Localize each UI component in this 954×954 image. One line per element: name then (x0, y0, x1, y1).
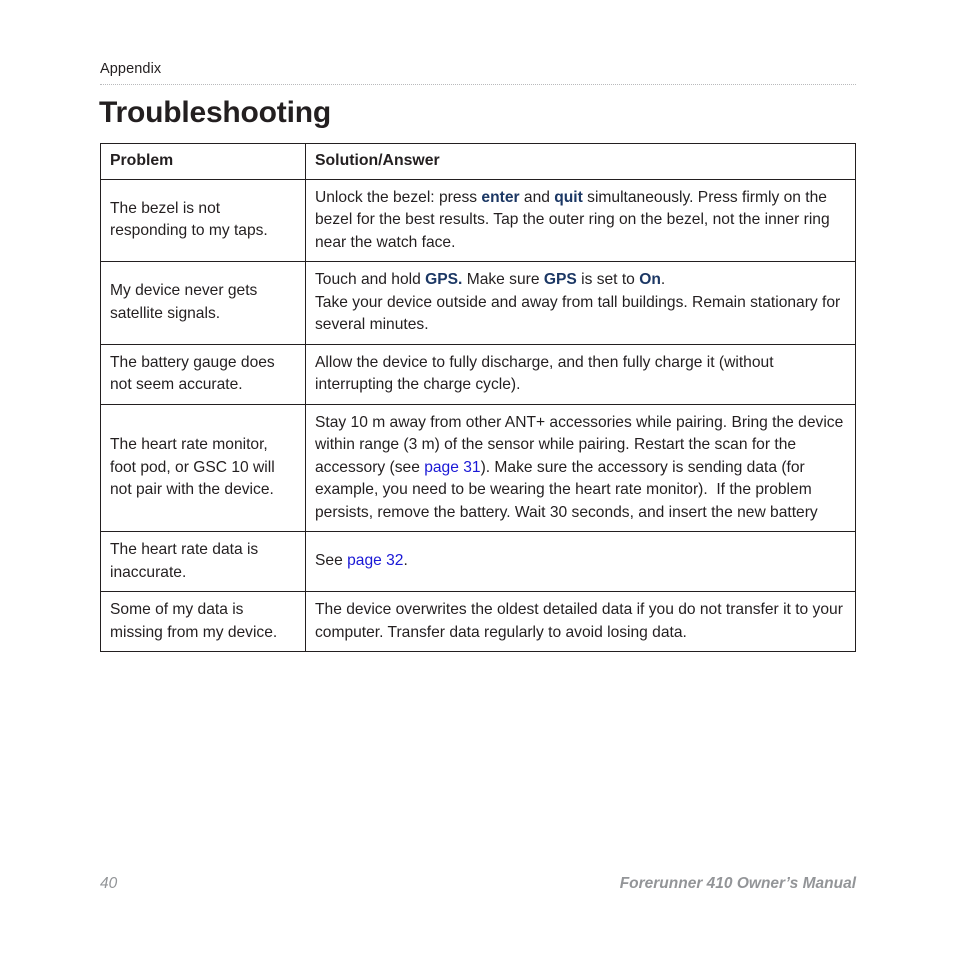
solution-paragraph: Stay 10 m away from other ANT+ accessori… (315, 412, 846, 525)
keyword-term: GPS (543, 271, 577, 288)
table-row: The battery gauge does not seem accurate… (100, 343, 856, 405)
page-footer: 40 Forerunner 410 Owner’s Manual (100, 874, 856, 894)
keyword-term: enter (481, 188, 520, 206)
text-run: The device overwrites the oldest detaile… (315, 601, 843, 641)
solution-cell: Allow the device to fully discharge, and… (305, 343, 856, 405)
solution-cell: Unlock the bezel: press enter and quit s… (305, 178, 856, 262)
problem-cell: The bezel is not responding to my taps. (100, 178, 306, 262)
troubleshooting-table-wrap: Problem Solution/Answer The bezel is not… (100, 143, 856, 652)
text-run: Make sure (462, 271, 544, 288)
text-run: Unlock the bezel: press (315, 188, 482, 206)
manual-title: Forerunner 410 Owner’s Manual (619, 875, 856, 892)
page-cross-reference-link[interactable]: page 32 (347, 552, 403, 569)
problem-cell: The heart rate data is inaccurate. (100, 531, 306, 592)
problem-cell: The battery gauge does not seem accurate… (100, 343, 306, 405)
solution-cell: See page 32. (305, 531, 856, 592)
problem-cell: Some of my data is missing from my devic… (100, 591, 306, 652)
text-run: . (403, 552, 408, 570)
text-run: See (315, 552, 348, 570)
page-title: Troubleshooting (99, 96, 331, 129)
solution-paragraph: Take your device outside and away from t… (315, 292, 846, 337)
keyword-term: On (639, 271, 661, 288)
text-run: Take your device outside and away from t… (315, 293, 841, 334)
solution-paragraph: Allow the device to fully discharge, and… (315, 352, 846, 397)
problem-cell: The heart rate monitor, foot pod, or GSC… (100, 403, 306, 532)
solution-cell: Touch and hold GPS. Make sure GPS is set… (305, 261, 856, 345)
text-run: is set to (576, 271, 640, 288)
page-number: 40 (100, 875, 118, 892)
text-run: Touch and hold (315, 271, 426, 288)
table-header-row: Problem Solution/Answer (100, 143, 856, 180)
text-run: Allow the device to fully discharge, and… (315, 353, 774, 394)
solution-paragraph: The device overwrites the oldest detaile… (315, 599, 846, 644)
table-row: The heart rate data is inaccurate. See pa… (100, 531, 856, 592)
text-run: . (660, 271, 666, 288)
solution-paragraph: Unlock the bezel: press enter and quit s… (315, 187, 846, 255)
text-run: and (519, 188, 555, 206)
page-cross-reference-link[interactable]: page 31 (424, 459, 480, 476)
solution-cell: The device overwrites the oldest detaile… (305, 591, 856, 652)
column-header-solution: Solution/Answer (305, 143, 856, 180)
table-row: The heart rate monitor, foot pod, or GSC… (100, 403, 856, 532)
table-row: Some of my data is missing from my devic… (100, 591, 856, 652)
table-row: The bezel is not responding to my taps. U… (100, 178, 856, 262)
document-page: Appendix Troubleshooting Problem Solutio… (0, 0, 954, 954)
keyword-term: quit (554, 188, 583, 206)
running-head: Appendix (100, 60, 856, 78)
column-header-problem: Problem (100, 143, 306, 180)
running-head-label: Appendix (100, 61, 162, 77)
keyword-term: GPS. (425, 271, 463, 288)
problem-cell: My device never gets satellite signals. (100, 261, 306, 345)
table-body: The bezel is not responding to my taps. U… (100, 178, 856, 652)
table-row: My device never gets satellite signals. T… (100, 261, 856, 345)
solution-paragraph: Touch and hold GPS. Make sure GPS is set… (315, 269, 846, 292)
solution-cell: Stay 10 m away from other ANT+ accessori… (305, 403, 856, 532)
running-head-divider (100, 84, 856, 86)
solution-paragraph: See page 32. (315, 550, 846, 573)
troubleshooting-table: Problem Solution/Answer The bezel is not… (100, 143, 856, 652)
